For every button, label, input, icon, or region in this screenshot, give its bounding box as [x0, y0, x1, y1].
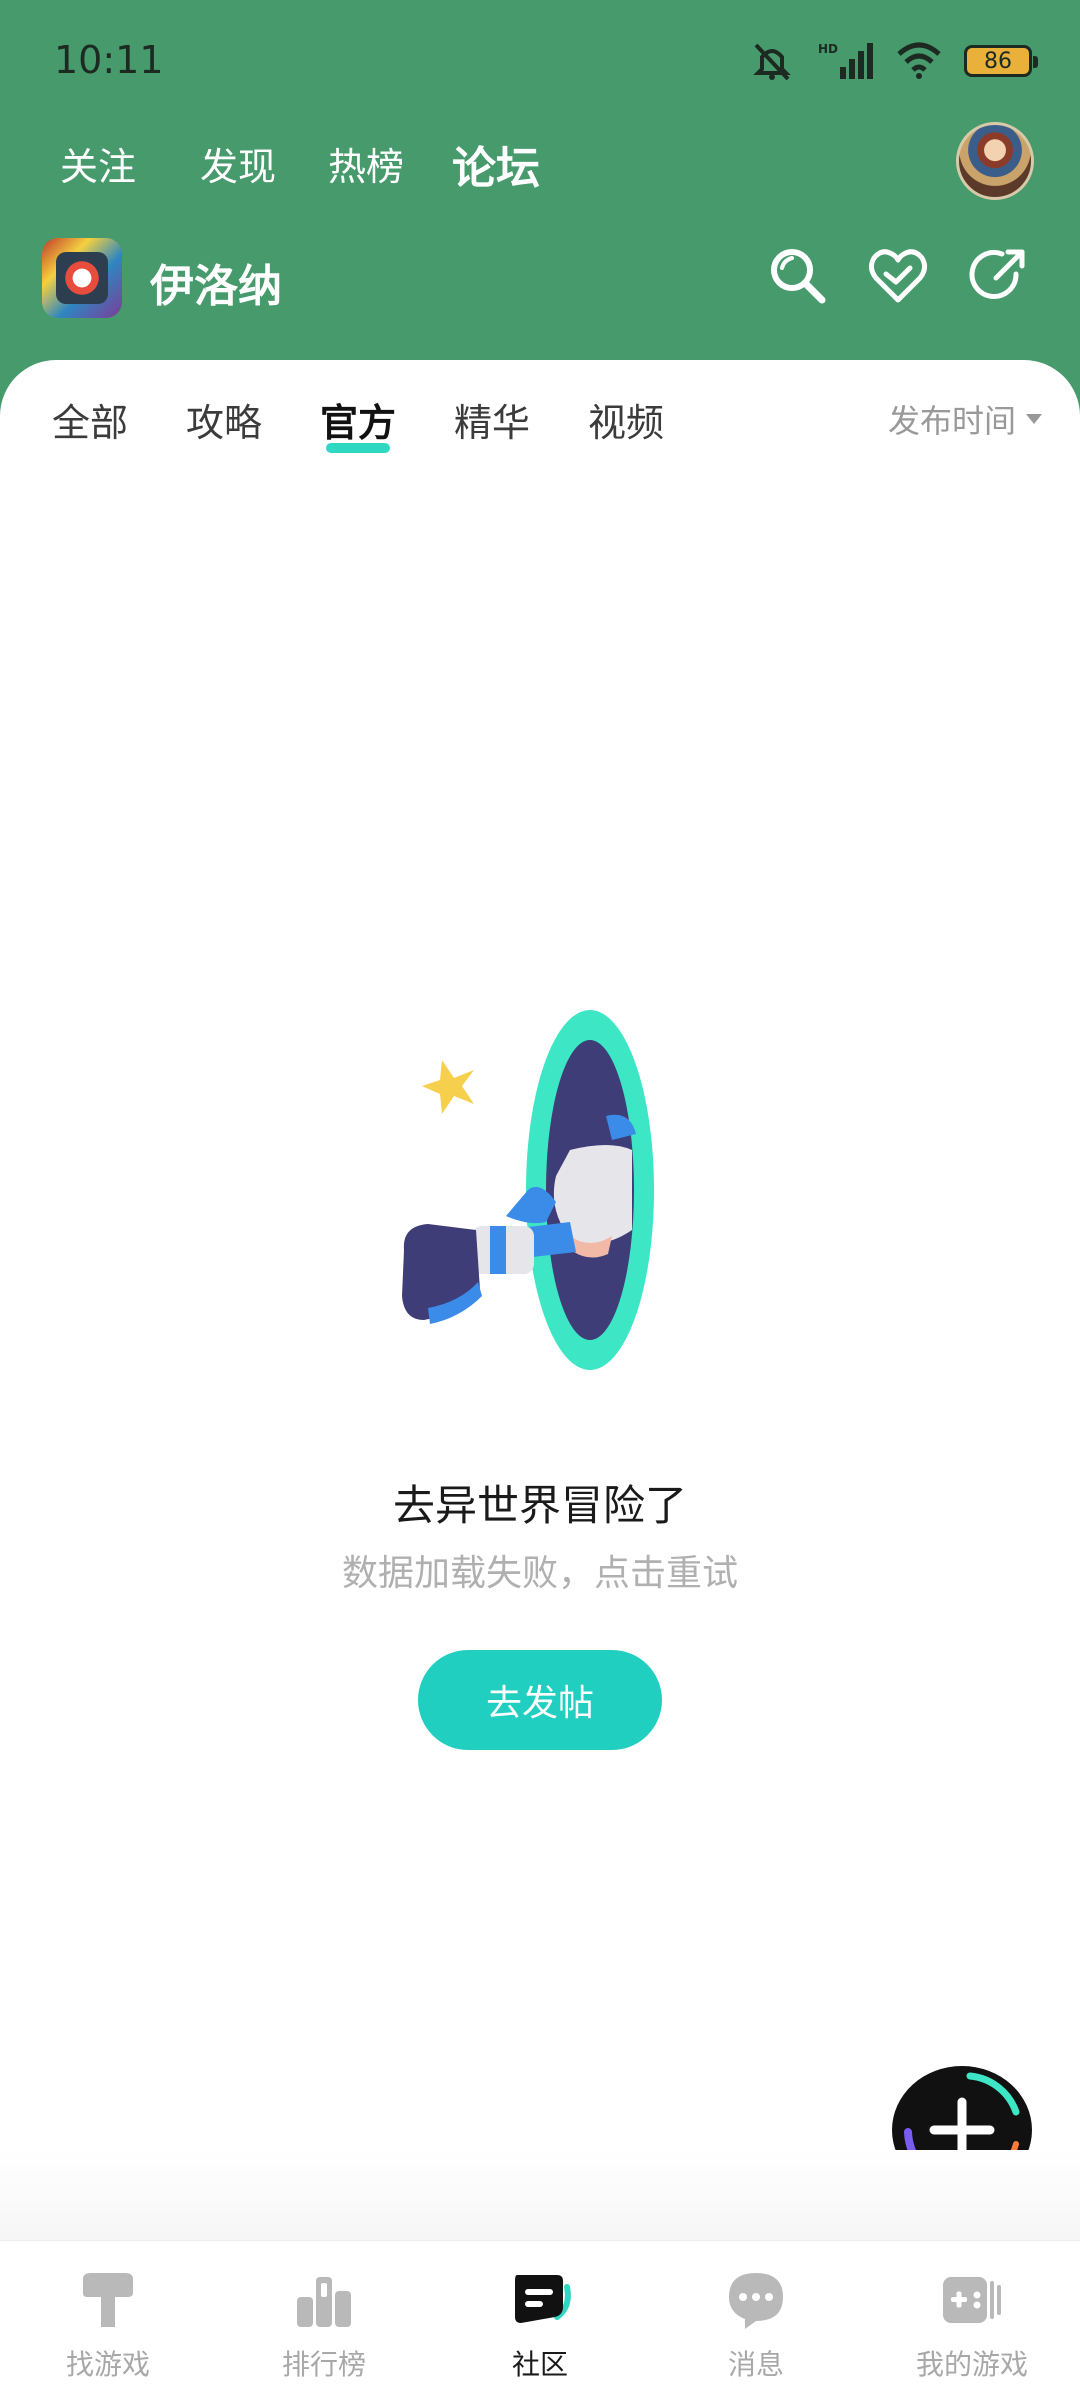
- sort-dropdown[interactable]: 发布时间: [888, 396, 1042, 442]
- tab-hot[interactable]: 热榜: [328, 136, 404, 191]
- empty-state-illustration: [402, 1010, 654, 1370]
- game-name[interactable]: 伊洛纳: [150, 250, 282, 314]
- sparkle-icon: [422, 1060, 474, 1114]
- retry-message[interactable]: 数据加载失败，点击重试: [0, 1544, 1080, 1596]
- battery-indicator: 86: [964, 45, 1038, 77]
- create-post-button[interactable]: 去发帖: [418, 1650, 662, 1750]
- find-game-icon: [83, 2273, 133, 2327]
- game-icon[interactable]: [42, 238, 122, 318]
- subtab-featured[interactable]: 精华: [454, 392, 530, 447]
- subtab-all[interactable]: 全部: [52, 392, 128, 447]
- status-icons: HD 86: [748, 36, 1038, 86]
- search-icon[interactable]: [766, 244, 830, 308]
- empty-state-title: 去异世界冒险了: [392, 1481, 687, 1530]
- battery-level: 86: [984, 48, 1012, 74]
- nav-find-game[interactable]: 找游戏: [0, 2241, 216, 2400]
- nav-label-ranking: 排行榜: [281, 2348, 366, 2381]
- wifi-icon: [897, 42, 941, 79]
- sort-label: 发布时间: [887, 402, 1016, 440]
- subtab-guides[interactable]: 攻略: [186, 392, 262, 447]
- signal-icon: HD: [818, 42, 873, 79]
- favorite-heart-icon[interactable]: [866, 244, 930, 308]
- caret-down-icon: [1026, 414, 1042, 424]
- network-type-label: HD: [818, 42, 838, 56]
- community-icon: [515, 2275, 571, 2323]
- bottom-nav: 找游戏 排行榜 社区 消息 我的游戏: [0, 2240, 1080, 2400]
- nav-label-my-games: 我的游戏: [915, 2348, 1028, 2381]
- ranking-icon: [297, 2277, 351, 2327]
- nav-label-messages: 消息: [727, 2348, 784, 2381]
- tab-discover[interactable]: 发现: [200, 136, 276, 191]
- my-games-icon: [943, 2277, 1001, 2323]
- nav-label-find-game: 找游戏: [65, 2348, 150, 2381]
- nav-my-games[interactable]: 我的游戏: [864, 2241, 1080, 2400]
- nav-label-community: 社区: [511, 2348, 568, 2381]
- user-avatar[interactable]: [956, 122, 1034, 200]
- share-icon[interactable]: [966, 244, 1030, 308]
- status-time: 10:11: [54, 38, 164, 82]
- nav-messages[interactable]: 消息: [648, 2241, 864, 2400]
- nav-ranking[interactable]: 排行榜: [216, 2241, 432, 2400]
- mute-icon: [753, 43, 791, 81]
- nav-shadow: [0, 2150, 1080, 2240]
- active-subtab-indicator: [326, 443, 391, 453]
- tab-follow[interactable]: 关注: [60, 136, 136, 191]
- tab-forum[interactable]: 论坛: [448, 132, 544, 196]
- subtab-official[interactable]: 官方: [320, 392, 396, 453]
- subtab-videos[interactable]: 视频: [588, 392, 664, 447]
- message-icon: [729, 2273, 783, 2329]
- nav-community[interactable]: 社区: [432, 2241, 648, 2400]
